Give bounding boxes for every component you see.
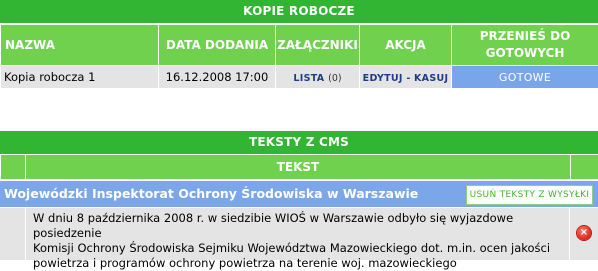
usun-teksty-button[interactable]: USUŃ TEKSTY Z WYSYŁKI [466,185,593,205]
column-header-akcja: AKCJA [360,25,452,66]
kopie-robocze-table: Kopia robocza 1 16.12.2008 17:00 LISTA (… [0,65,598,89]
delete-icon[interactable]: × [577,226,591,240]
actions-cell: EDYTUJ - KASUJ [360,66,452,89]
header-spacer-right [571,155,598,180]
attachments-cell: LISTA (0) [276,66,360,89]
header-spacer-left [1,155,26,180]
column-header-przenies: PRZENIEŚ DO GOTOWYCH [452,25,598,66]
cms-text-row: W dniu 8 października 2008 r. w siedzibi… [0,208,598,260]
cms-text-line: Komisji Ochrony Środowiska Sejmiku Wojew… [33,241,569,256]
cms-text-line: W dniu 8 października 2008 r. w siedzibi… [33,211,569,241]
column-header-zalaczniki: ZAŁĄCZNIKI [276,25,360,66]
kopie-robocze-title: KOPIE ROBOCZE [0,0,598,23]
cms-group-title: Wojewódzki Inspektorat Ochrony Środowisk… [4,186,418,201]
gotowe-button[interactable]: GOTOWE [452,66,598,89]
lista-link[interactable]: LISTA [293,73,324,84]
row-spacer-left [0,208,25,260]
edytuj-link[interactable]: EDYTUJ [363,73,403,84]
column-header-data-dodania: DATA DODANIA [159,25,276,66]
kopie-robocze-header: NAZWA DATA DODANIA ZAŁĄCZNIKI AKCJA PRZE… [0,24,598,66]
table-row: Kopia robocza 1 16.12.2008 17:00 LISTA (… [1,66,598,89]
przenies-line1: PRZENIEŚ DO [480,29,571,43]
teksty-cms-title: TEKSTY Z CMS [0,130,598,154]
column-header-tekst: TEKST [26,155,571,180]
przenies-line2: GOTOWYCH [486,46,565,60]
action-separator: - [406,73,410,84]
draft-name: Kopia robocza 1 [1,66,159,89]
cms-text-content: W dniu 8 października 2008 r. w siedzibi… [26,208,569,260]
draft-date: 16.12.2008 17:00 [159,66,276,89]
kasuj-link[interactable]: KASUJ [414,73,448,84]
column-header-nazwa: NAZWA [1,25,159,66]
teksty-cms-header: TEKST [0,154,598,180]
attachments-count: (0) [328,73,341,84]
cms-group-row: Wojewódzki Inspektorat Ochrony Środowisk… [0,180,598,208]
cms-text-line: powietrza i programów ochrony powietrza … [33,256,569,271]
row-action-cell: × [570,208,598,260]
